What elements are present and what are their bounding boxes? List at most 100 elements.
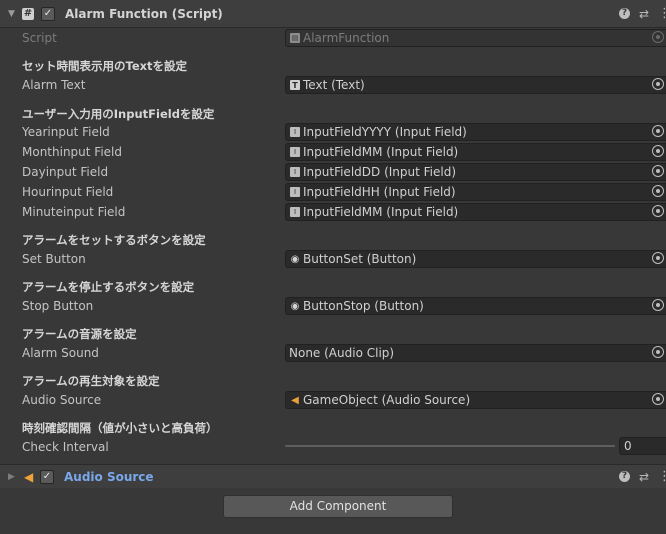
stop-button-field[interactable]: ◉ ButtonStop (Button) <box>285 297 666 315</box>
stop-button-label: Stop Button <box>22 299 94 313</box>
stop-button-value: ButtonStop (Button) <box>303 299 424 313</box>
component-header-alarm-function[interactable]: ▼ # ✓ Alarm Function (Script) ? ⇄ ⋮ <box>0 0 666 28</box>
object-picker-icon[interactable] <box>652 165 664 177</box>
text-component-icon: T <box>290 80 300 90</box>
script-asset-icon: ▤ <box>290 33 300 43</box>
script-field: ▤ AlarmFunction <box>285 29 666 47</box>
section-header: 時刻確認間隔（値が小さいと高負荷） <box>22 418 218 438</box>
year-value: InputFieldYYYY (Input Field) <box>303 125 467 139</box>
input-field-icon: I <box>290 167 300 177</box>
section-header: アラームを停止するボタンを設定 <box>22 277 194 297</box>
check-interval-value-field[interactable]: 0 <box>619 437 666 455</box>
menu-icon[interactable]: ⋮ <box>658 469 666 484</box>
section-header: アラームの再生対象を設定 <box>22 371 160 391</box>
month-row: Monthinput Field <box>22 142 122 162</box>
alarm-sound-row: Alarm Sound <box>22 343 99 363</box>
object-picker-icon[interactable] <box>652 185 664 197</box>
alarm-text-field[interactable]: T Text (Text) <box>285 76 666 94</box>
script-label: Script <box>22 31 57 45</box>
day-value: InputFieldDD (Input Field) <box>303 165 457 179</box>
check-interval-slider[interactable] <box>285 445 615 447</box>
presets-icon[interactable]: ⇄ <box>639 470 649 484</box>
section-title-text: セット時間表示用のTextを設定 <box>22 59 188 73</box>
alarm-text-row: Alarm Text <box>22 75 85 95</box>
input-field-icon: I <box>290 127 300 137</box>
help-icon[interactable]: ? <box>618 471 630 482</box>
alarm-sound-label: Alarm Sound <box>22 346 99 360</box>
year-field[interactable]: I InputFieldYYYY (Input Field) <box>285 123 666 141</box>
object-picker-icon[interactable] <box>652 78 664 90</box>
stop-button-row: Stop Button <box>22 296 93 316</box>
object-picker-icon[interactable] <box>652 393 664 405</box>
alarm-text-value: Text (Text) <box>303 78 365 92</box>
section-title-sound: アラームの音源を設定 <box>22 327 137 341</box>
section-header: アラームの音源を設定 <box>22 324 137 344</box>
audio-source-value: GameObject (Audio Source) <box>303 393 471 407</box>
check-interval-row: Check Interval <box>22 437 109 457</box>
section-title-interval: 時刻確認間隔（値が小さいと高負荷） <box>22 421 218 435</box>
object-picker-icon[interactable] <box>652 145 664 157</box>
minute-value: InputFieldMM (Input Field) <box>303 205 459 219</box>
audio-source-label: Audio Source <box>22 393 102 407</box>
hour-row: Hourinput Field <box>22 182 113 202</box>
alarm-text-label: Alarm Text <box>22 78 86 92</box>
minute-field[interactable]: I InputFieldMM (Input Field) <box>285 203 666 221</box>
section-header: ユーザー入力用のInputFieldを設定 <box>22 104 214 124</box>
foldout-expanded-icon[interactable]: ▼ <box>8 9 16 19</box>
presets-icon[interactable]: ⇄ <box>639 7 649 21</box>
help-icon[interactable]: ? <box>618 8 630 19</box>
input-field-icon: I <box>290 207 300 217</box>
check-interval-label: Check Interval <box>22 440 109 454</box>
component-header-audio-source[interactable]: ▶ ◀ ✓ Audio Source ? ⇄ ⋮ <box>0 464 666 489</box>
button-component-icon: ◉ <box>290 300 300 312</box>
button-component-icon: ◉ <box>290 253 300 265</box>
minute-row: Minuteinput Field <box>22 202 125 222</box>
component-enabled-checkbox[interactable]: ✓ <box>40 469 54 484</box>
component-title: Alarm Function (Script) <box>65 6 223 21</box>
month-label: Monthinput Field <box>22 145 122 159</box>
object-picker-icon[interactable] <box>652 299 664 311</box>
object-picker-icon <box>652 31 664 43</box>
day-label: Dayinput Field <box>22 165 109 179</box>
object-picker-icon[interactable] <box>652 346 664 358</box>
hour-label: Hourinput Field <box>22 185 114 199</box>
audio-source-icon: ◀ <box>291 394 299 406</box>
section-title-set-button: アラームをセットするボタンを設定 <box>22 233 206 247</box>
section-header: セット時間表示用のTextを設定 <box>22 56 187 76</box>
year-row: Yearinput Field <box>22 122 110 142</box>
object-picker-icon[interactable] <box>652 205 664 217</box>
audio-source-component-icon: ◀ <box>24 469 34 484</box>
add-component-button[interactable]: Add Component <box>223 495 453 518</box>
audio-source-row: Audio Source <box>22 390 101 410</box>
alarm-sound-value: None (Audio Clip) <box>289 346 395 360</box>
set-button-label: Set Button <box>22 252 86 266</box>
day-field[interactable]: I InputFieldDD (Input Field) <box>285 163 666 181</box>
menu-icon[interactable]: ⋮ <box>658 6 666 21</box>
month-value: InputFieldMM (Input Field) <box>303 145 459 159</box>
month-field[interactable]: I InputFieldMM (Input Field) <box>285 143 666 161</box>
audio-source-field[interactable]: ◀ GameObject (Audio Source) <box>285 391 666 409</box>
object-picker-icon[interactable] <box>652 252 664 264</box>
section-title-input: ユーザー入力用のInputFieldを設定 <box>22 107 215 121</box>
component-enabled-checkbox[interactable]: ✓ <box>41 6 55 21</box>
day-row: Dayinput Field <box>22 162 108 182</box>
header-actions: ? ⇄ ⋮ <box>618 0 666 27</box>
script-value: AlarmFunction <box>303 31 390 45</box>
set-button-field[interactable]: ◉ ButtonSet (Button) <box>285 250 666 268</box>
set-button-value: ButtonSet (Button) <box>303 252 417 266</box>
alarm-sound-field[interactable]: None (Audio Clip) <box>285 344 666 362</box>
header-actions: ? ⇄ ⋮ <box>618 465 666 488</box>
script-icon: # <box>22 7 34 20</box>
section-title-source: アラームの再生対象を設定 <box>22 374 160 388</box>
hour-value: InputFieldHH (Input Field) <box>303 185 456 199</box>
section-title-stop-button: アラームを停止するボタンを設定 <box>22 280 195 294</box>
audio-source-title: Audio Source <box>64 469 154 484</box>
section-header: アラームをセットするボタンを設定 <box>22 230 206 250</box>
object-picker-icon[interactable] <box>652 125 664 137</box>
year-label: Yearinput Field <box>22 125 110 139</box>
input-field-icon: I <box>290 147 300 157</box>
set-button-row: Set Button <box>22 249 86 269</box>
foldout-collapsed-icon[interactable]: ▶ <box>8 472 16 482</box>
script-row: Script <box>22 28 57 48</box>
hour-field[interactable]: I InputFieldHH (Input Field) <box>285 183 666 201</box>
